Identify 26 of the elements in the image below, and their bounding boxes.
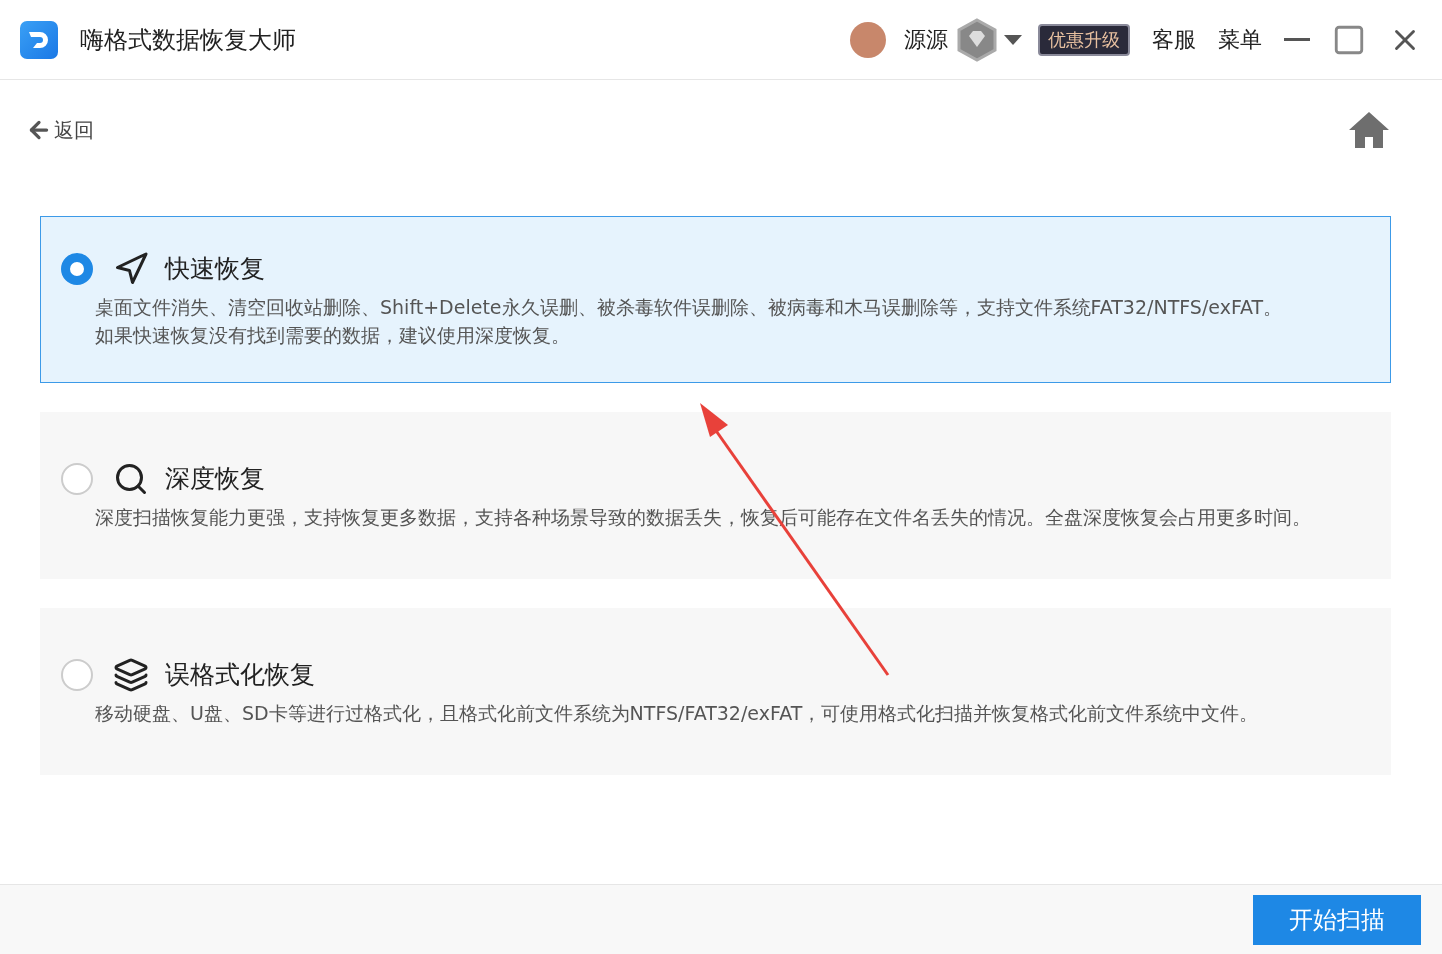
option-title: 深度恢复	[165, 463, 265, 495]
user-avatar[interactable]	[850, 21, 886, 58]
home-icon[interactable]	[1347, 110, 1391, 150]
radio-button[interactable]	[61, 658, 93, 691]
layers-icon	[113, 656, 149, 693]
navigation-arrow-icon	[113, 250, 149, 287]
option-description: 桌面文件消失、清空回收站删除、Shift+Delete永久误删、被杀毒软件误删除、被病毒和木马误删除等，支持文件系统FAT32/NTFS/exFAT。	[95, 294, 1283, 320]
header-link[interactable]: 客服	[1152, 24, 1196, 55]
start-scan-button[interactable]: 开始扫描	[1253, 894, 1421, 945]
option-title: 快速恢复	[165, 253, 265, 285]
recovery-option-card[interactable]: 误格式化恢复 移动硬盘、U盘、SD卡等进行过格式化，且格式化前文件系统为NTFS/FAT32/exFAT，可使用格式化扫描并恢复格式化前文件系统中文件。	[40, 608, 1391, 775]
upgrade-button[interactable]: 优惠升级	[1038, 23, 1130, 56]
option-description: 如果快速恢复没有找到需要的数据，建议使用深度恢复。	[95, 322, 570, 348]
option-description: 移动硬盘、U盘、SD卡等进行过格式化，且格式化前文件系统为NTFS/FAT32/exFAT，可使用格式化扫描并恢复格式化前文件系统中文件。	[95, 700, 1259, 726]
header-link[interactable]: 菜单	[1218, 24, 1262, 55]
window-title: 嗨格式数据恢复大师	[80, 24, 296, 56]
user-name: 源源	[904, 25, 948, 54]
back-link[interactable]: 返回	[26, 116, 94, 144]
dropdown-caret-icon[interactable]	[1004, 34, 1022, 45]
option-title: 误格式化恢复	[165, 659, 315, 691]
radio-button[interactable]	[61, 462, 93, 495]
app-logo-icon	[20, 20, 58, 59]
radio-button[interactable]	[61, 252, 93, 285]
diamond-badge-icon	[956, 17, 998, 62]
minimize-icon	[1284, 38, 1310, 41]
recovery-option-card[interactable]: 快速恢复 桌面文件消失、清空回收站删除、Shift+Delete永久误删、被杀毒软件误删除、被病毒和木马误删除等，支持文件系统FAT32/NTFS/exFAT。 如果快速恢复没有找到需要的数据，建议使用深度恢复。	[40, 216, 1391, 383]
